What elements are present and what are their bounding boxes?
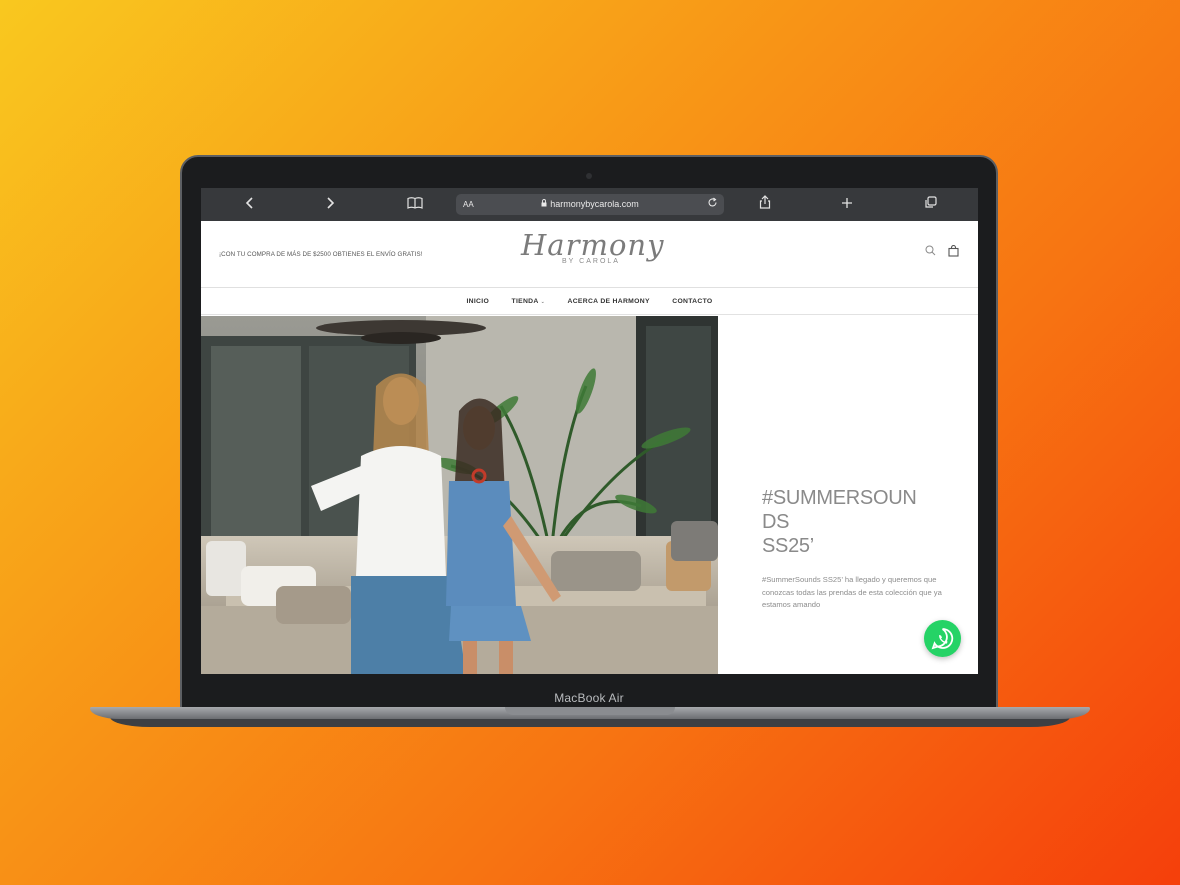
chevron-down-icon: ⌄ <box>540 299 546 305</box>
hero-description: #SummerSounds SS25’ ha llegado y queremo… <box>762 575 942 609</box>
site-logo[interactable]: Harmony BY CAROLA <box>521 228 665 265</box>
reload-icon[interactable] <box>707 194 718 215</box>
logo-main: Harmony <box>521 228 665 262</box>
tabs-icon[interactable] <box>918 188 942 221</box>
nav-item-acerca[interactable]: ACERCA DE HARMONY <box>568 288 650 315</box>
chevron-right-icon[interactable] <box>319 188 343 221</box>
hero-image <box>201 316 718 674</box>
whatsapp-button[interactable] <box>924 620 961 657</box>
shopping-bag-icon[interactable] <box>948 244 959 260</box>
search-icon[interactable] <box>925 245 936 259</box>
main-nav: INICIO TIENDA ⌄ ACERCA DE HARMONY CONTAC… <box>201 288 978 315</box>
url-text: harmonybycarola.com <box>550 199 639 209</box>
nav-item-tienda[interactable]: TIENDA ⌄ <box>512 288 546 316</box>
address-bar[interactable]: AA harmonybycarola.com <box>456 194 724 215</box>
hero-title: #SUMMERSOUN DS SS25’ <box>762 486 952 558</box>
hero-title-line: SS25’ <box>762 535 814 557</box>
book-icon[interactable] <box>403 188 427 221</box>
promo-banner: ¡CON TU COMPRA DE MÁS DE $2500 OBTIENES … <box>219 251 423 258</box>
plus-icon[interactable] <box>835 188 859 221</box>
browser-toolbar: AA harmonybycarola.com <box>201 188 978 221</box>
browser-screen: AA harmonybycarola.com ¡CON TU COMPRA DE… <box>201 188 978 674</box>
nav-item-tienda-label: TIENDA <box>511 298 539 305</box>
text-size-button[interactable]: AA <box>463 194 474 215</box>
chevron-left-icon[interactable] <box>237 188 261 221</box>
nav-item-inicio[interactable]: INICIO <box>466 288 489 315</box>
hero-title-line: #SUMMERSOUN <box>762 487 917 509</box>
laptop-notch <box>505 707 675 715</box>
nav-item-contacto[interactable]: CONTACTO <box>672 288 712 315</box>
share-icon[interactable] <box>753 188 777 221</box>
whatsapp-icon <box>931 628 954 650</box>
webcam <box>586 173 592 179</box>
hero-title-line: DS <box>762 511 790 533</box>
lock-icon <box>541 194 547 215</box>
site-header: ¡CON TU COMPRA DE MÁS DE $2500 OBTIENES … <box>201 221 978 288</box>
laptop-model-label: MacBook Air <box>182 674 996 707</box>
